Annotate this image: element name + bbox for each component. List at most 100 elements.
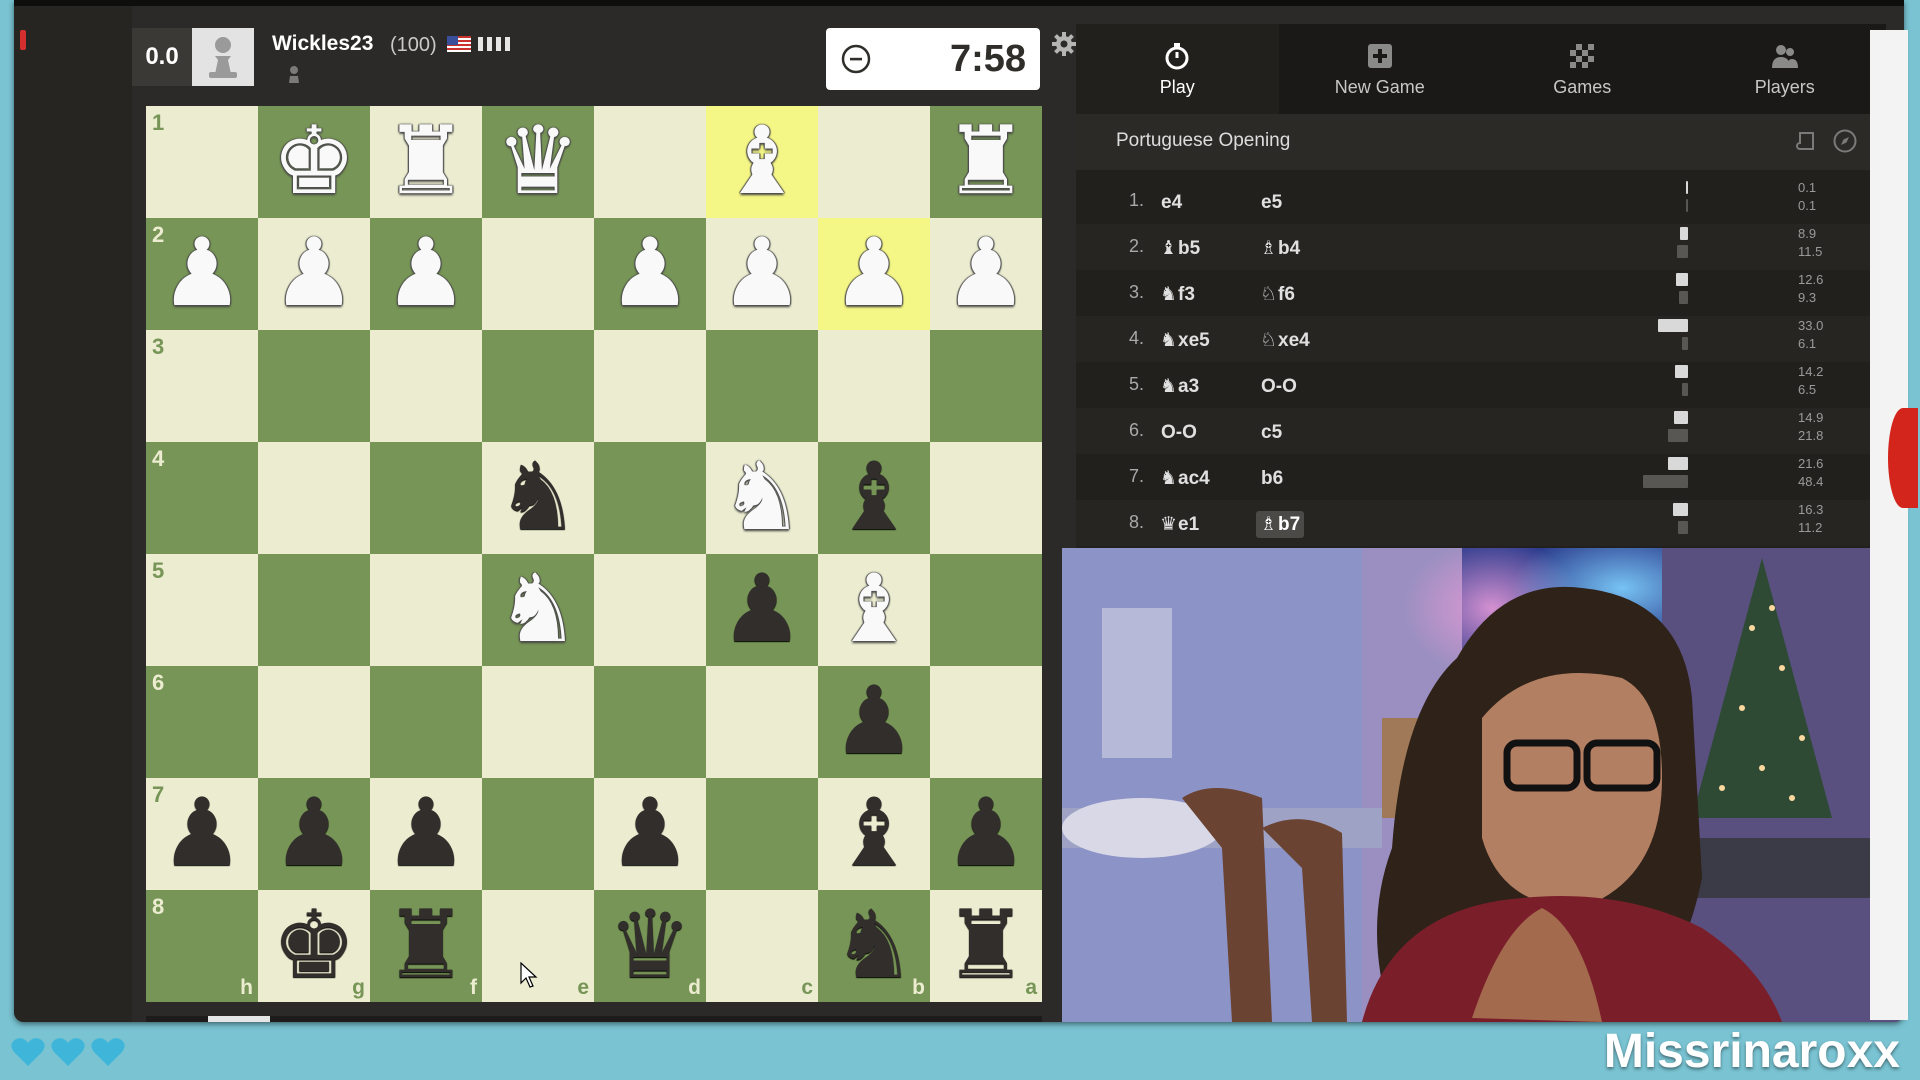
tab-players[interactable]: Players xyxy=(1684,24,1887,114)
white-pawn-icon[interactable]: ♟ xyxy=(818,218,930,330)
square-c1[interactable]: ♝ xyxy=(706,106,818,218)
tab-games[interactable]: Games xyxy=(1481,24,1684,114)
tab-play[interactable]: Play xyxy=(1076,24,1279,114)
white-move[interactable]: ♞a3 xyxy=(1156,373,1203,400)
white-knight-icon[interactable]: ♞ xyxy=(706,442,818,554)
black-pawn-icon[interactable]: ♟ xyxy=(818,666,930,778)
square-e3[interactable] xyxy=(482,330,594,442)
tab-new-game[interactable]: New Game xyxy=(1279,24,1482,114)
white-move[interactable]: ♞f3 xyxy=(1156,281,1199,308)
square-c2[interactable]: ♟ xyxy=(706,218,818,330)
square-d1[interactable] xyxy=(594,106,706,218)
square-c7[interactable] xyxy=(706,778,818,890)
square-f4[interactable] xyxy=(370,442,482,554)
white-move[interactable]: ♛e1 xyxy=(1156,511,1203,538)
square-a4[interactable] xyxy=(930,442,1042,554)
square-b1[interactable] xyxy=(818,106,930,218)
black-move[interactable]: b6 xyxy=(1256,465,1287,492)
square-g7[interactable]: ♟ xyxy=(258,778,370,890)
black-queen-icon[interactable]: ♛ xyxy=(594,890,706,1002)
white-queen-icon[interactable]: ♛ xyxy=(482,106,594,218)
compass-icon[interactable] xyxy=(1832,128,1858,154)
black-pawn-icon[interactable]: ♟ xyxy=(706,554,818,666)
white-move[interactable]: ♝b5 xyxy=(1156,235,1204,262)
black-rook-icon[interactable]: ♜ xyxy=(370,890,482,1002)
player-name[interactable]: Wickles23 xyxy=(272,32,373,56)
black-pawn-icon[interactable]: ♟ xyxy=(146,778,258,890)
square-g2[interactable]: ♟ xyxy=(258,218,370,330)
white-pawn-icon[interactable]: ♟ xyxy=(930,218,1042,330)
square-f7[interactable]: ♟ xyxy=(370,778,482,890)
square-f1[interactable]: ♜ xyxy=(370,106,482,218)
square-h5[interactable]: 5 xyxy=(146,554,258,666)
square-b4[interactable]: ♝ xyxy=(818,442,930,554)
black-knight-icon[interactable]: ♞ xyxy=(482,442,594,554)
square-f6[interactable] xyxy=(370,666,482,778)
square-b3[interactable] xyxy=(818,330,930,442)
square-e4[interactable]: ♞ xyxy=(482,442,594,554)
square-a7[interactable]: ♟ xyxy=(930,778,1042,890)
square-e8[interactable]: e xyxy=(482,890,594,1002)
white-bishop-icon[interactable]: ♝ xyxy=(818,554,930,666)
square-h1[interactable]: 1 xyxy=(146,106,258,218)
square-c8[interactable]: c xyxy=(706,890,818,1002)
square-a3[interactable] xyxy=(930,330,1042,442)
square-a6[interactable] xyxy=(930,666,1042,778)
square-f2[interactable]: ♟ xyxy=(370,218,482,330)
black-pawn-icon[interactable]: ♟ xyxy=(258,778,370,890)
black-move[interactable]: ♘f6 xyxy=(1256,281,1299,308)
white-pawn-icon[interactable]: ♟ xyxy=(370,218,482,330)
black-pawn-icon[interactable]: ♟ xyxy=(594,778,706,890)
black-pawn-icon[interactable]: ♟ xyxy=(930,778,1042,890)
square-b2[interactable]: ♟ xyxy=(818,218,930,330)
square-d6[interactable] xyxy=(594,666,706,778)
white-king-icon[interactable]: ♚ xyxy=(258,106,370,218)
black-move[interactable]: ♘xe4 xyxy=(1256,327,1314,354)
square-h6[interactable]: 6 xyxy=(146,666,258,778)
square-c4[interactable]: ♞ xyxy=(706,442,818,554)
square-e1[interactable]: ♛ xyxy=(482,106,594,218)
square-f3[interactable] xyxy=(370,330,482,442)
square-g8[interactable]: g ♚ xyxy=(258,890,370,1002)
square-h8[interactable]: 8h xyxy=(146,890,258,1002)
square-g5[interactable] xyxy=(258,554,370,666)
square-e5[interactable]: ♞ xyxy=(482,554,594,666)
square-b5[interactable]: ♝ xyxy=(818,554,930,666)
black-move[interactable]: e5 xyxy=(1256,189,1286,216)
black-rook-icon[interactable]: ♜ xyxy=(930,890,1042,1002)
white-rook-icon[interactable]: ♜ xyxy=(930,106,1042,218)
square-c3[interactable] xyxy=(706,330,818,442)
square-c6[interactable] xyxy=(706,666,818,778)
square-h7[interactable]: 7 ♟ xyxy=(146,778,258,890)
white-bishop-icon[interactable]: ♝ xyxy=(706,106,818,218)
square-d7[interactable]: ♟ xyxy=(594,778,706,890)
white-move[interactable]: O-O xyxy=(1156,419,1201,446)
square-a1[interactable]: ♜ xyxy=(930,106,1042,218)
square-d2[interactable]: ♟ xyxy=(594,218,706,330)
white-knight-icon[interactable]: ♞ xyxy=(482,554,594,666)
square-a5[interactable] xyxy=(930,554,1042,666)
board-scroll-thumb[interactable] xyxy=(208,1016,270,1022)
square-f8[interactable]: f ♜ xyxy=(370,890,482,1002)
square-b6[interactable]: ♟ xyxy=(818,666,930,778)
white-rook-icon[interactable]: ♜ xyxy=(370,106,482,218)
square-d8[interactable]: d ♛ xyxy=(594,890,706,1002)
white-pawn-icon[interactable]: ♟ xyxy=(258,218,370,330)
square-g3[interactable] xyxy=(258,330,370,442)
black-king-icon[interactable]: ♚ xyxy=(258,890,370,1002)
square-g1[interactable]: ♚ xyxy=(258,106,370,218)
square-b8[interactable]: b ♞ xyxy=(818,890,930,1002)
black-bishop-icon[interactable]: ♝ xyxy=(818,442,930,554)
square-c5[interactable]: ♟ xyxy=(706,554,818,666)
black-pawn-icon[interactable]: ♟ xyxy=(370,778,482,890)
square-b7[interactable]: ♝ xyxy=(818,778,930,890)
square-g4[interactable] xyxy=(258,442,370,554)
square-e2[interactable] xyxy=(482,218,594,330)
white-pawn-icon[interactable]: ♟ xyxy=(706,218,818,330)
black-move[interactable]: ♗b7 xyxy=(1256,511,1305,538)
black-knight-icon[interactable]: ♞ xyxy=(818,890,930,1002)
gear-icon[interactable] xyxy=(1050,30,1078,58)
chess-board[interactable]: 1 ♚ ♜ ♛ ♝ ♜ 2 ♟ ♟ ♟ ♟ ♟ ♟ ♟ 3 4 ♞ ♞ ♝ 5 ♞ ♟ ♝ 6 ♟ 7 ♟ ♟ ♟ ♟ ♝ ♟ 8 h g ♚ f ♜ e d… xyxy=(146,106,1042,1002)
square-h3[interactable]: 3 xyxy=(146,330,258,442)
white-move[interactable]: e4 xyxy=(1156,189,1186,216)
